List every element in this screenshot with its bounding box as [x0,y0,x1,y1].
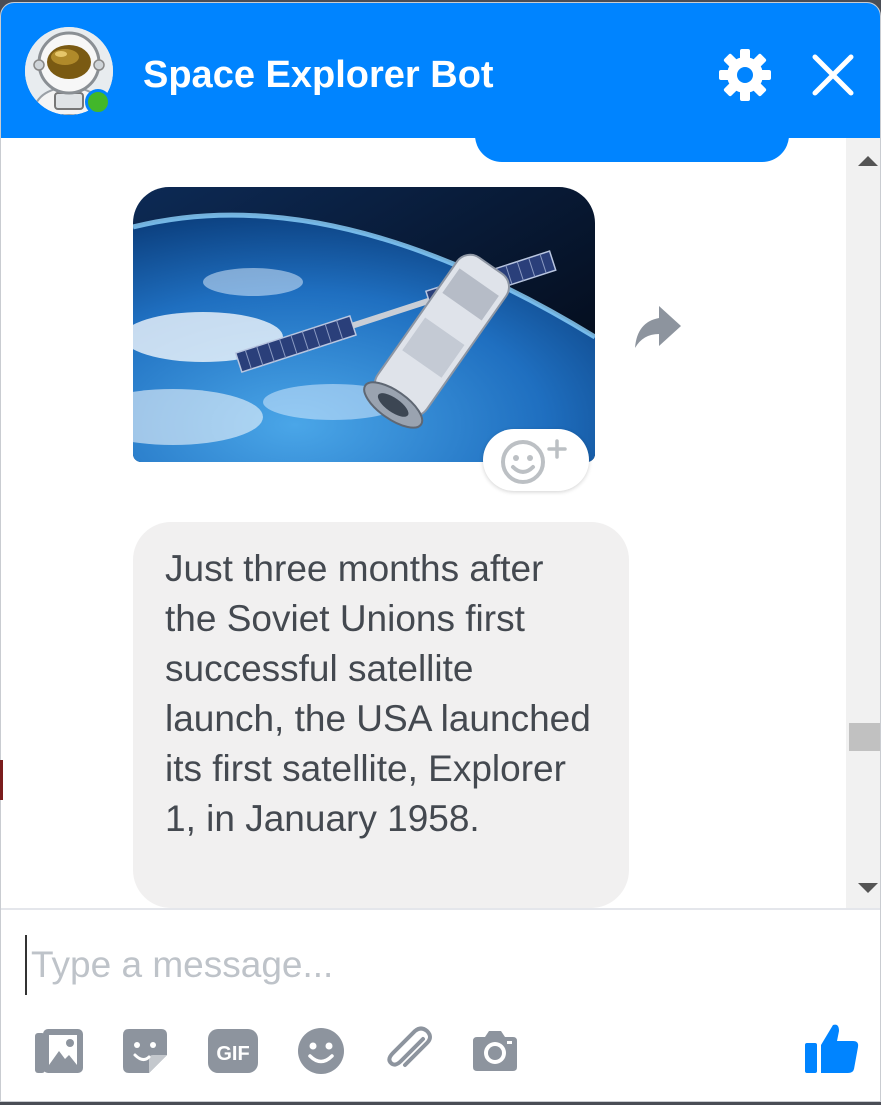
scroll-down-arrow-icon[interactable] [858,883,878,893]
like-button[interactable] [803,1021,861,1077]
camera-button[interactable] [469,1025,521,1077]
satellite-orbit-image [133,187,595,462]
chat-header: Space Explorer Bot [1,3,880,138]
gif-icon: GIF [208,1029,258,1073]
message-input[interactable] [25,935,791,995]
attachment-icon [387,1026,432,1067]
background-edge [0,760,3,800]
emoji-button[interactable] [295,1025,347,1077]
previous-user-message [475,138,789,162]
settings-button[interactable] [717,47,773,103]
sticker-icon [123,1029,167,1073]
camera-icon [473,1031,517,1071]
message-list[interactable]: Just three months after the Soviet Union… [1,138,846,908]
photo-icon [35,1029,83,1073]
photo-button[interactable] [33,1025,85,1077]
chat-window: Space Explorer Bot Just three months aft… [0,2,881,1102]
add-reaction-button[interactable] [483,429,589,491]
message-scrollbar[interactable] [846,138,880,908]
gif-button[interactable]: GIF [207,1025,259,1077]
sticker-button[interactable] [119,1025,171,1077]
scroll-up-arrow-icon[interactable] [858,156,878,166]
online-status-indicator [85,89,111,115]
emoji-icon [298,1028,344,1074]
gear-icon [719,49,771,101]
close-button[interactable] [807,47,859,103]
add-reaction-icon [501,439,567,484]
bot-text-message: Just three months after the Soviet Union… [133,522,629,908]
scrollbar-thumb[interactable] [849,723,880,751]
gif-label: GIF [216,1043,249,1065]
close-icon [812,54,854,96]
attachment-button[interactable] [383,1025,435,1077]
share-button[interactable] [629,298,685,354]
thumbs-up-icon [805,1024,859,1073]
share-arrow-icon [635,306,681,348]
bot-name: Space Explorer Bot [143,54,494,96]
image-message[interactable] [133,187,595,462]
